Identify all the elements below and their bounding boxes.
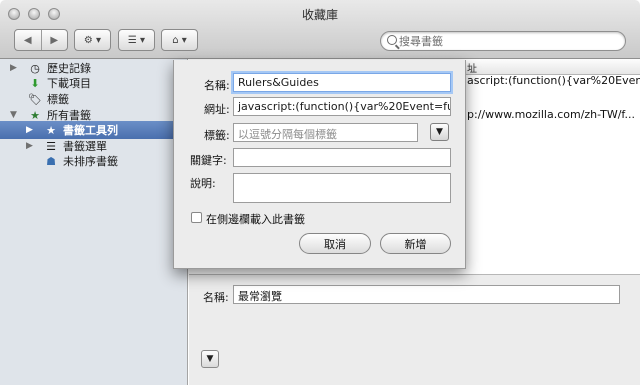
title-toolbar: 收藏庫 ◀ ▶ ⚙ ▾ ☰ ▾ ⌂ ▾ bbox=[0, 0, 640, 59]
back-forward-buttons: ◀ ▶ bbox=[14, 29, 68, 51]
load-in-sidebar-label: 在側邊欄載入此書籤 bbox=[206, 213, 305, 226]
forward-button[interactable]: ▶ bbox=[40, 30, 68, 50]
sidebar-item-label: 未排序書籤 bbox=[63, 155, 118, 168]
name-label: 名稱: bbox=[204, 79, 230, 92]
add-bookmark-dialog: 名稱: Rulers&Guides 網址: javascript:(functi… bbox=[173, 60, 466, 269]
library-window: 收藏庫 ◀ ▶ ⚙ ▾ ☰ ▾ ⌂ ▾ ▶ ◷ 歷史記錄 ⬇ 下載項目 bbox=[0, 0, 640, 385]
keyword-label: 關鍵字: bbox=[190, 154, 227, 167]
download-arrow-icon: ⬇ bbox=[30, 76, 40, 90]
tags-dropdown-button[interactable]: ▼ bbox=[430, 123, 449, 141]
sidebar-item-label: 書籤工具列 bbox=[63, 124, 118, 137]
sidebar-tree: ▶ ◷ 歷史記錄 ⬇ 下載項目 🏷 標籤 ▼ ★ 所有書籤 ▶ ★ 書籤工具列 … bbox=[0, 59, 188, 385]
bookmarks-icon: ★ bbox=[30, 108, 40, 122]
bookmarks-toolbar-icon: ★ bbox=[46, 123, 56, 137]
details-name-label: 名稱: bbox=[203, 291, 229, 304]
load-in-sidebar-checkbox[interactable] bbox=[191, 212, 202, 223]
triangle-down-icon: ▼ bbox=[206, 354, 214, 364]
tags-field[interactable]: 以逗號分隔每個標籤 bbox=[233, 123, 418, 142]
url-label: 網址: bbox=[204, 103, 230, 116]
gear-icon: ⚙ ▾ bbox=[83, 34, 102, 46]
import-backup-menu-button[interactable]: ⌂ ▾ bbox=[161, 29, 198, 51]
disclosure-triangle-expanded-icon[interactable]: ▼ bbox=[10, 110, 17, 120]
list-icon: ☰ ▾ bbox=[127, 34, 146, 46]
sidebar-item-unsorted-bookmarks[interactable]: ☗ 未排序書籤 bbox=[0, 152, 188, 170]
expand-details-button[interactable]: ▼ bbox=[201, 350, 219, 368]
sidebar-item-label: 標籤 bbox=[47, 93, 69, 106]
description-field[interactable] bbox=[233, 173, 451, 203]
unsorted-bookmarks-icon: ☗ bbox=[46, 154, 56, 168]
url-field[interactable]: javascript:(function(){var%20Event=funct… bbox=[233, 97, 451, 116]
cancel-button[interactable]: 取消 bbox=[299, 233, 371, 254]
bookmarks-menu-icon: ☰ bbox=[46, 139, 56, 153]
search-field[interactable] bbox=[380, 31, 626, 51]
back-button[interactable]: ◀ bbox=[15, 30, 41, 50]
description-label: 說明: bbox=[190, 177, 216, 190]
organize-menu-button[interactable]: ⚙ ▾ bbox=[74, 29, 111, 51]
window-title: 收藏庫 bbox=[301, 8, 338, 22]
row-url: ascript:(function(){var%20Event... bbox=[467, 74, 640, 87]
add-button[interactable]: 新增 bbox=[380, 233, 451, 254]
row-url: p://www.mozilla.com/zh-TW/f... bbox=[467, 108, 635, 121]
details-pane: 名稱: 最常瀏覽 ▼ bbox=[189, 274, 640, 385]
triangle-down-icon: ▼ bbox=[436, 127, 443, 137]
disclosure-triangle-icon[interactable]: ▶ bbox=[26, 125, 33, 135]
disclosure-triangle-icon[interactable]: ▶ bbox=[10, 63, 17, 73]
keyword-field[interactable] bbox=[233, 148, 451, 167]
clock-icon: ◷ bbox=[30, 61, 40, 75]
search-icon bbox=[387, 35, 397, 45]
disclosure-triangle-icon[interactable]: ▶ bbox=[26, 141, 33, 151]
import-icon: ⌂ ▾ bbox=[172, 34, 187, 46]
tag-icon: 🏷 bbox=[28, 92, 42, 106]
sidebar-item-label: 下載項目 bbox=[47, 77, 91, 90]
tags-label: 標籤: bbox=[204, 129, 230, 142]
name-field[interactable]: Rulers&Guides bbox=[233, 73, 451, 92]
details-name-field[interactable]: 最常瀏覽 bbox=[233, 285, 620, 304]
views-menu-button[interactable]: ☰ ▾ bbox=[118, 29, 155, 51]
search-input[interactable] bbox=[399, 33, 619, 49]
